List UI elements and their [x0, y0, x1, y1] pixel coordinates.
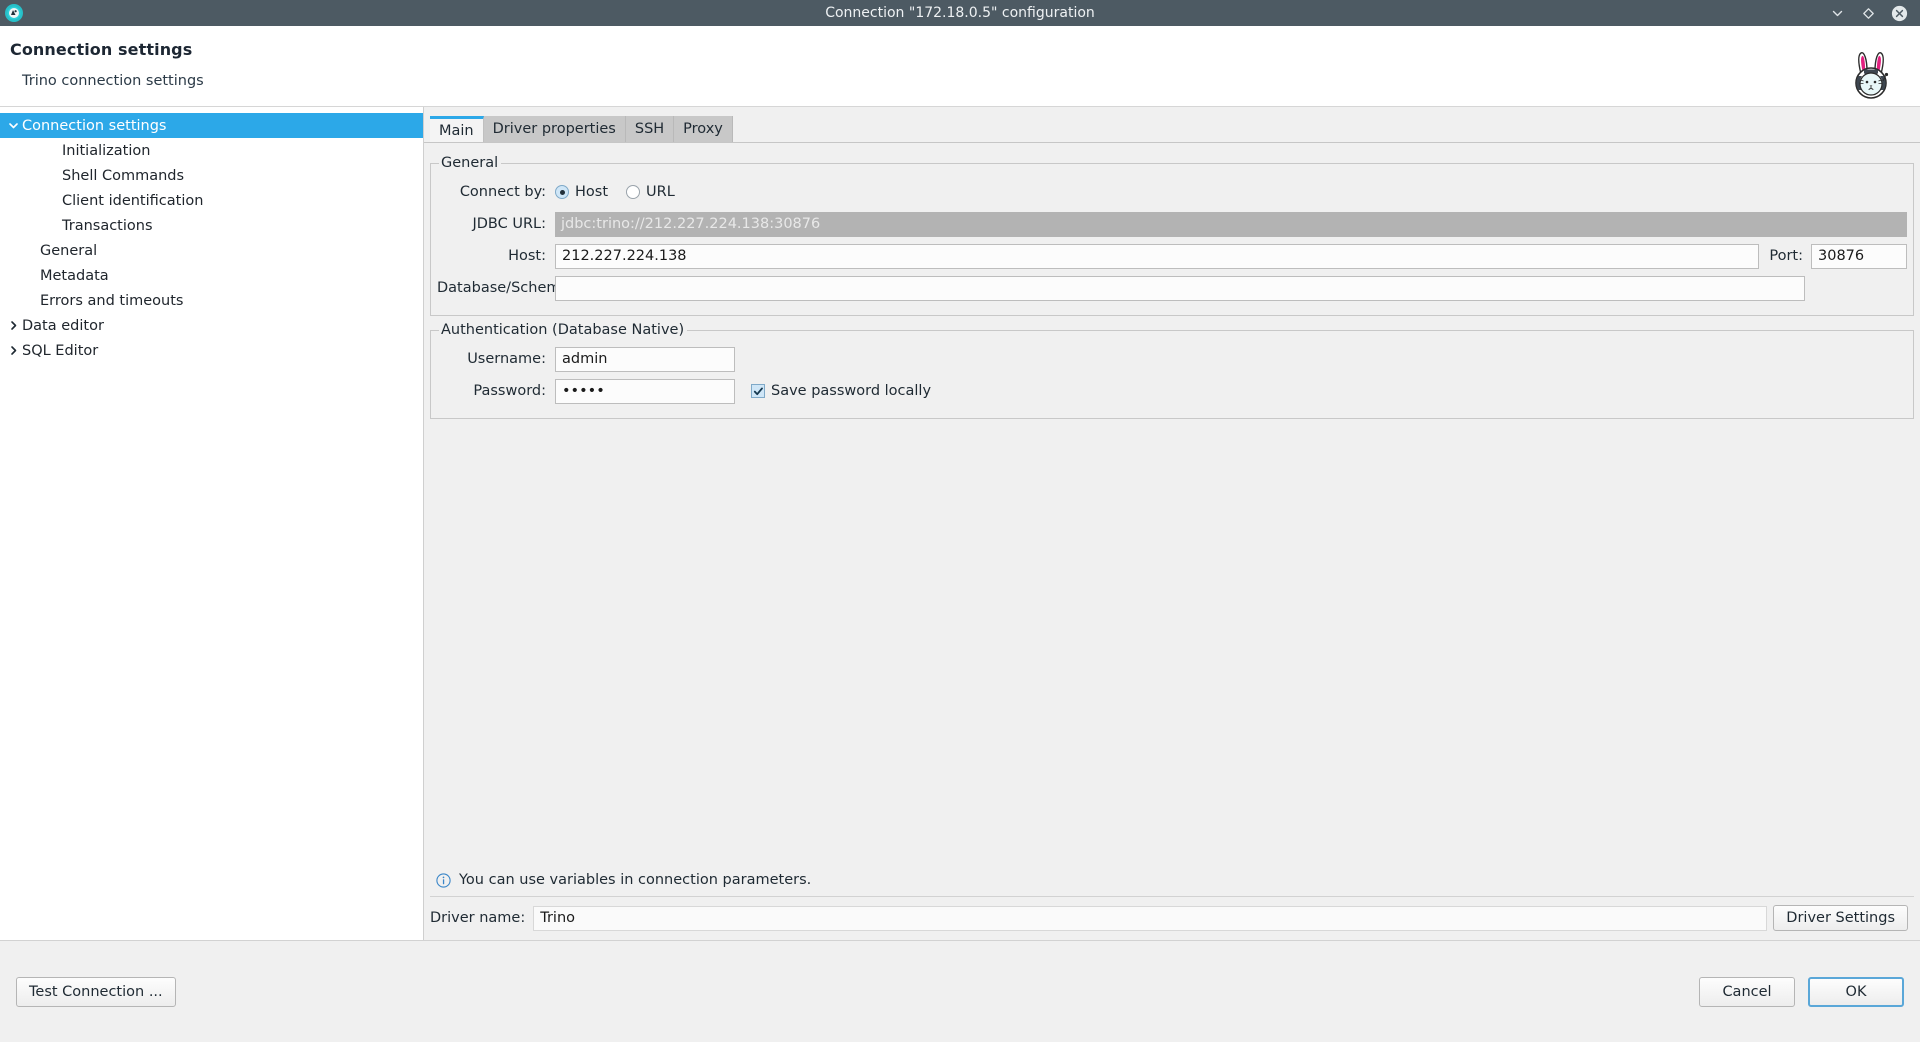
sidebar-item-general[interactable]: General [0, 238, 423, 263]
test-connection-button[interactable]: Test Connection ... [16, 976, 176, 1007]
window-controls [1829, 5, 1920, 22]
host-input[interactable] [555, 243, 1760, 269]
username-row: Username: [437, 344, 1907, 374]
dialog-header: Connection settings Trino connection set… [0, 26, 1920, 107]
general-group: General Connect by: Host URL JDBC URL: j… [430, 155, 1914, 316]
close-button[interactable] [1891, 5, 1908, 22]
database-schema-input[interactable] [555, 275, 1805, 301]
chevron-right-icon [4, 320, 22, 331]
driver-settings-button[interactable]: Driver Settings [1773, 905, 1908, 931]
authentication-group-legend: Authentication (Database Native) [441, 322, 685, 338]
authentication-group: Authentication (Database Native) Usernam… [430, 322, 1914, 419]
tab-bar: Main Driver properties SSH Proxy [430, 116, 1920, 142]
ok-button[interactable]: OK [1808, 976, 1904, 1007]
page-subtitle: Trino connection settings [22, 73, 204, 89]
jdbc-url-row: JDBC URL: jdbc:trino://212.227.224.138:3… [437, 209, 1907, 239]
minimize-button[interactable] [1829, 5, 1846, 22]
app-icon [5, 4, 23, 22]
tab-label: Main [439, 122, 474, 139]
tab-ssh[interactable]: SSH [625, 116, 675, 142]
host-row: Host: Port: [437, 241, 1907, 271]
settings-content: Main Driver properties SSH Proxy General… [424, 107, 1920, 940]
radio-host-label[interactable]: Host [575, 184, 608, 200]
sidebar-item-metadata[interactable]: Metadata [0, 263, 423, 288]
sidebar-item-label: Metadata [40, 267, 109, 284]
window-title: Connection "172.18.0.5" configuration [825, 5, 1095, 21]
password-row: Password: Save password locally [437, 376, 1907, 406]
info-bar: You can use variables in connection para… [430, 866, 1914, 897]
jdbc-url-label: JDBC URL: [472, 216, 546, 232]
sidebar-item-label: Client identification [62, 192, 204, 209]
tab-label: Proxy [683, 121, 723, 137]
connect-by-label: Connect by: [459, 184, 546, 200]
port-input[interactable] [1811, 243, 1907, 269]
radio-host[interactable] [555, 185, 569, 199]
page-title: Connection settings [10, 40, 193, 59]
username-input[interactable] [555, 346, 735, 372]
rabbit-astronaut-logo-icon [1844, 50, 1902, 102]
dialog-footer: Test Connection ... Cancel OK [0, 940, 1920, 1042]
tab-proxy[interactable]: Proxy [674, 116, 733, 142]
radio-url-label[interactable]: URL [646, 184, 675, 200]
username-label: Username: [467, 351, 546, 367]
dialog-body: Connection settings Initialization Shell… [0, 107, 1920, 940]
tab-panel-main: General Connect by: Host URL JDBC URL: j… [424, 142, 1920, 940]
driver-name-field: Trino [533, 905, 1768, 931]
tab-label: Driver properties [492, 121, 616, 137]
password-input[interactable] [555, 378, 735, 404]
sidebar-item-errors-and-timeouts[interactable]: Errors and timeouts [0, 288, 423, 313]
connect-by-row: Connect by: Host URL [437, 177, 1907, 207]
schema-row: Database/Schema: [437, 273, 1907, 303]
driver-name-label: Driver name: [430, 910, 526, 926]
maximize-button[interactable] [1860, 5, 1877, 22]
sidebar-item-shell-commands[interactable]: Shell Commands [0, 163, 423, 188]
sidebar-item-sql-editor[interactable]: SQL Editor [0, 338, 423, 363]
save-password-label[interactable]: Save password locally [771, 383, 931, 399]
settings-sidebar: Connection settings Initialization Shell… [0, 107, 424, 940]
info-icon [436, 872, 451, 888]
host-label: Host: [508, 248, 546, 264]
sidebar-item-label: General [40, 242, 98, 259]
sidebar-item-initialization[interactable]: Initialization [0, 138, 423, 163]
chevron-down-icon [4, 120, 22, 131]
tab-label: SSH [634, 121, 665, 137]
info-text: You can use variables in connection para… [459, 872, 812, 888]
connect-by-radio-group: Host URL [555, 184, 687, 200]
sidebar-item-label: Connection settings [22, 117, 167, 134]
sidebar-item-data-editor[interactable]: Data editor [0, 313, 423, 338]
cancel-button[interactable]: Cancel [1699, 976, 1795, 1007]
sidebar-item-label: Errors and timeouts [40, 292, 184, 309]
footer-actions: Cancel OK [1699, 976, 1904, 1007]
general-group-legend: General [441, 155, 499, 171]
window-titlebar: Connection "172.18.0.5" configuration [0, 0, 1920, 26]
driver-row: Driver name: Trino Driver Settings [430, 897, 1914, 940]
save-password-checkbox[interactable] [751, 384, 765, 398]
schema-label: Database/Schema: [437, 280, 575, 296]
jdbc-url-field: jdbc:trino://212.227.224.138:30876 [555, 211, 1907, 237]
chevron-right-icon [4, 345, 22, 356]
sidebar-item-label: Transactions [62, 217, 153, 234]
port-label: Port: [1769, 248, 1803, 264]
sidebar-item-label: Data editor [22, 317, 104, 334]
tab-driver-properties[interactable]: Driver properties [483, 116, 626, 142]
sidebar-item-label: Shell Commands [62, 167, 185, 184]
radio-url[interactable] [626, 185, 641, 199]
sidebar-item-client-identification[interactable]: Client identification [0, 188, 423, 213]
tab-main[interactable]: Main [430, 116, 484, 142]
save-password-row: Save password locally [751, 383, 931, 399]
password-label: Password: [473, 383, 546, 399]
sidebar-item-connection-settings[interactable]: Connection settings [0, 113, 423, 138]
sidebar-item-label: Initialization [62, 142, 151, 159]
sidebar-item-label: SQL Editor [22, 342, 99, 359]
sidebar-item-transactions[interactable]: Transactions [0, 213, 423, 238]
